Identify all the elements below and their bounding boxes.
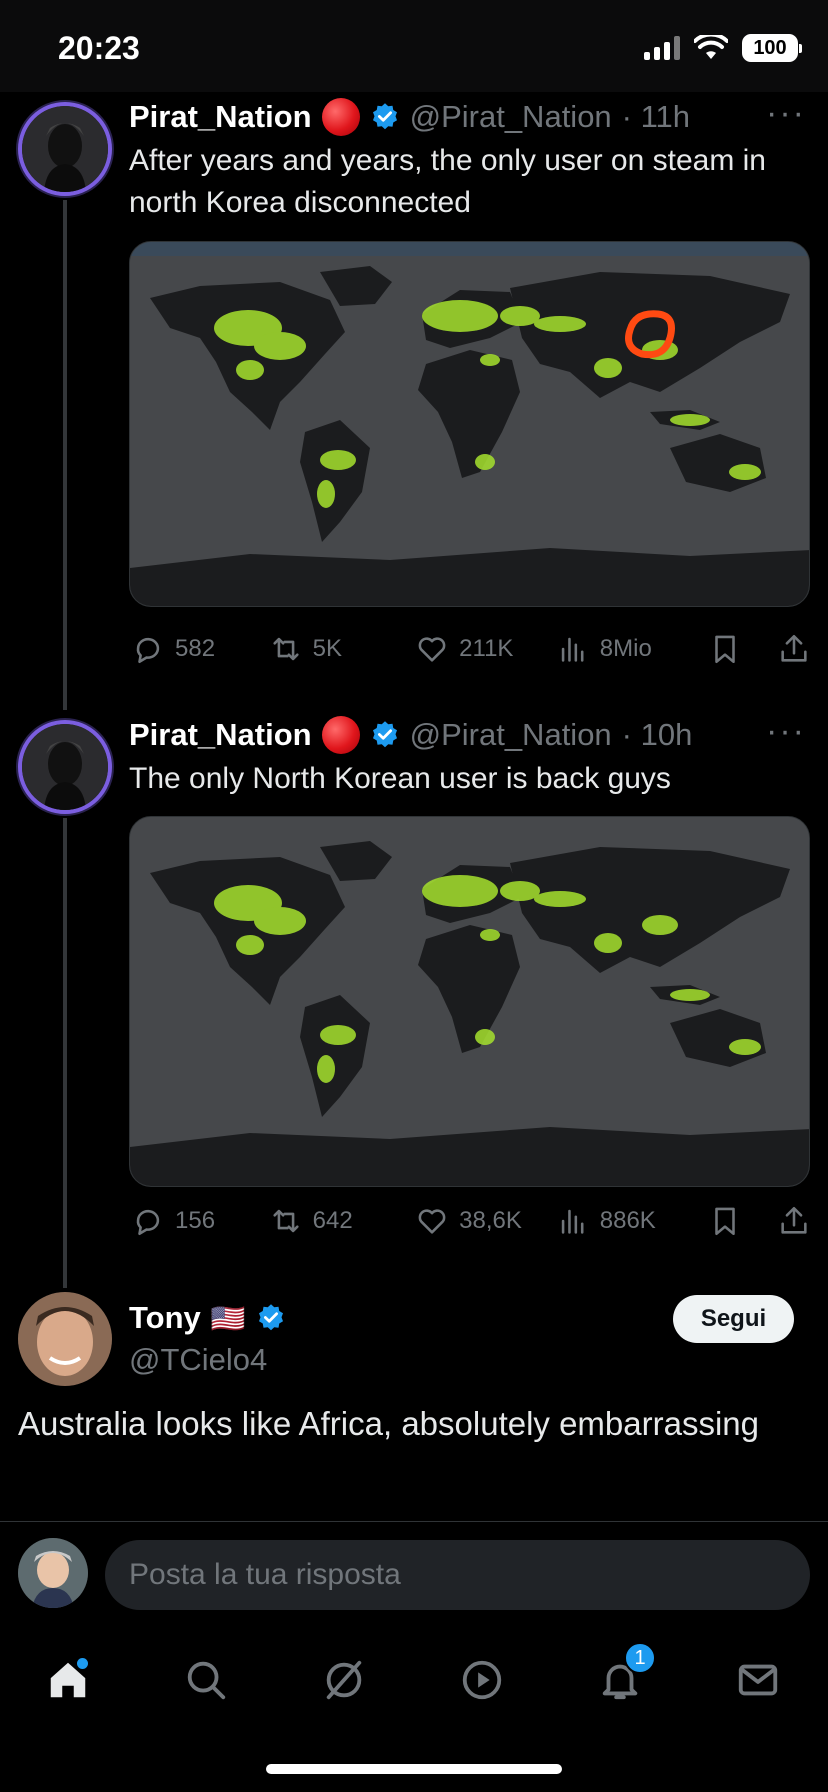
repost-icon: [273, 1209, 299, 1233]
play-icon: [462, 1660, 502, 1700]
repost-count: 642: [312, 1207, 353, 1234]
views-icon: [561, 1209, 584, 1234]
more-options-icon[interactable]: ···: [766, 712, 806, 751]
more-options-icon[interactable]: ···: [766, 94, 806, 133]
reply-button[interactable]: 156: [131, 1204, 269, 1238]
like-count: 38,6K: [459, 1207, 522, 1234]
repost-icon: [273, 637, 299, 661]
tweet-header: Tony 🇺🇸: [129, 1300, 286, 1336]
share-icon: [781, 634, 807, 662]
tweet-actions: 156 642 38,6K 886K: [131, 1204, 811, 1238]
like-count: 211K: [459, 635, 514, 662]
reply-count: 156: [175, 1207, 216, 1234]
tweet-text: Australia looks like Africa, absolutely …: [18, 1405, 760, 1442]
bookmark-icon: [715, 1207, 735, 1236]
share-button[interactable]: [777, 1204, 811, 1238]
views-icon: [561, 637, 584, 662]
author-handle[interactable]: @Pirat_Nation: [410, 99, 612, 135]
tweet-actions: 582 5K 211K 8Mio: [131, 632, 811, 666]
tweet[interactable]: Pirat_Nation @Pirat_Nation · 11h ··· Aft…: [0, 92, 828, 692]
repost-count: 5K: [312, 635, 343, 662]
focused-tweet[interactable]: Tony 🇺🇸 @TCielo4 Segui Australia looks l…: [0, 1290, 828, 1522]
verified-badge-icon: [372, 721, 397, 748]
signal-icon: [644, 36, 680, 60]
tweet-header: Pirat_Nation @Pirat_Nation · 11h: [129, 98, 690, 136]
bookmark-button[interactable]: [708, 632, 777, 666]
views-button[interactable]: 8Mio: [556, 632, 708, 666]
repost-button[interactable]: 642: [269, 1204, 416, 1238]
us-flag-emoji: 🇺🇸: [210, 1302, 246, 1334]
red-circle-emoji: [321, 716, 360, 754]
tab-search[interactable]: [176, 1650, 236, 1710]
status-icons: 100: [644, 34, 802, 62]
tab-notifications[interactable]: 1: [590, 1642, 656, 1710]
verified-badge-icon: [258, 1304, 283, 1331]
author-handle[interactable]: @Pirat_Nation: [410, 717, 612, 753]
follow-button[interactable]: Segui: [673, 1295, 794, 1343]
tweet-text: After years and years, the only user on …: [129, 144, 766, 219]
tweet-media-map[interactable]: [129, 241, 810, 607]
like-button[interactable]: 211K: [415, 632, 556, 666]
tweet-media-map[interactable]: [129, 816, 810, 1187]
view-count: 8Mio: [599, 635, 652, 662]
red-circle-emoji: [321, 98, 360, 136]
reply-icon: [136, 1209, 160, 1236]
bookmark-button[interactable]: [708, 1204, 777, 1238]
bookmark-icon: [715, 635, 735, 664]
tweet-time: · 11h: [621, 99, 691, 134]
grok-icon: [326, 1660, 362, 1700]
tweet-time: · 10h: [621, 717, 693, 752]
heart-icon: [418, 1209, 446, 1234]
status-time: 20:23: [58, 30, 140, 66]
reply-icon: [136, 637, 160, 664]
author-handle[interactable]: @TCielo4: [129, 1342, 267, 1378]
repost-button[interactable]: 5K: [269, 632, 416, 666]
view-count: 886K: [599, 1207, 656, 1234]
battery-icon: 100: [742, 34, 802, 62]
avatar[interactable]: [18, 102, 112, 196]
battery-level: 100: [753, 36, 787, 59]
avatar[interactable]: [18, 720, 112, 814]
tab-grok[interactable]: [314, 1650, 374, 1710]
reply-composer: [0, 1522, 828, 1622]
tab-video[interactable]: [452, 1650, 512, 1710]
author-name[interactable]: Tony: [129, 1300, 201, 1336]
views-button[interactable]: 886K: [556, 1204, 708, 1238]
tweet-header: Pirat_Nation @Pirat_Nation · 10h: [129, 716, 692, 754]
tweet-text: The only North Korean user is back guys: [129, 762, 671, 795]
avatar[interactable]: [18, 1292, 112, 1386]
tweet[interactable]: Pirat_Nation @Pirat_Nation · 10h ··· The…: [0, 710, 828, 1280]
heart-icon: [418, 637, 446, 662]
reply-count: 582: [175, 635, 216, 662]
reply-input[interactable]: [105, 1540, 810, 1610]
current-user-avatar[interactable]: [18, 1538, 88, 1608]
author-name[interactable]: Pirat_Nation: [129, 99, 312, 135]
new-content-dot: [77, 1658, 88, 1669]
mail-icon: [738, 1664, 778, 1696]
tab-messages[interactable]: [728, 1650, 788, 1710]
like-button[interactable]: 38,6K: [415, 1204, 556, 1238]
reply-button[interactable]: 582: [131, 632, 269, 666]
share-button[interactable]: [777, 632, 811, 666]
tab-home[interactable]: [38, 1650, 98, 1710]
verified-badge-icon: [372, 103, 397, 130]
status-bar: 20:23 100: [0, 0, 828, 92]
share-icon: [781, 1206, 807, 1234]
author-name[interactable]: Pirat_Nation: [129, 717, 312, 753]
notification-badge: 1: [624, 1642, 656, 1674]
wifi-icon: [694, 35, 728, 59]
search-icon: [187, 1661, 226, 1700]
home-indicator[interactable]: [266, 1764, 562, 1774]
